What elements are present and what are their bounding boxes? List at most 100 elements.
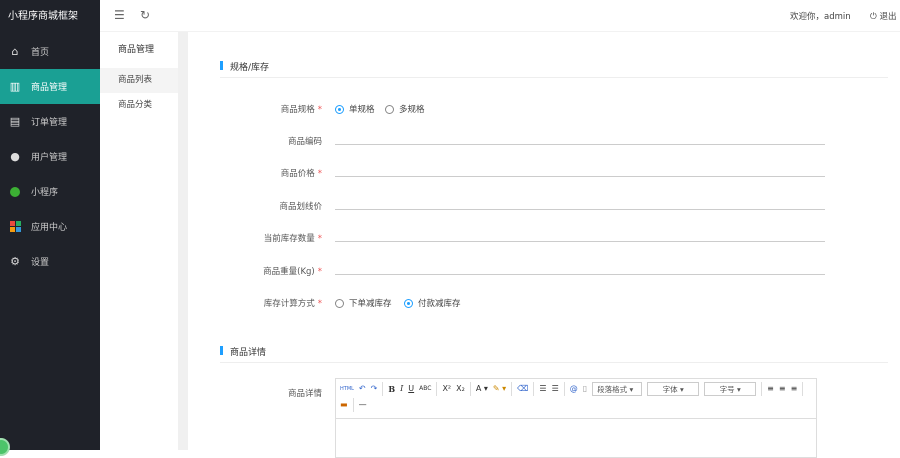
form-row-stock-method: 库存计算方式 * 下单减库存 付款减库存 bbox=[188, 294, 900, 314]
submenu: 商品管理 商品列表 商品分类 bbox=[100, 32, 178, 450]
gear-icon: ⚙ bbox=[10, 255, 20, 268]
image-icon[interactable]: ▬ bbox=[340, 398, 348, 412]
separator bbox=[533, 382, 535, 396]
highlight-color-icon[interactable]: ✎ ▾ bbox=[493, 382, 506, 396]
radio-order-deduct[interactable]: 下单减库存 bbox=[335, 297, 392, 309]
power-icon: ⏻ bbox=[870, 12, 877, 22]
form-row-code: 商品编码 bbox=[188, 132, 900, 152]
font-family-select[interactable]: 字体 ▾ bbox=[647, 382, 700, 396]
separator bbox=[511, 382, 513, 396]
sidebar-item-products[interactable]: ▥ 商品管理 bbox=[0, 69, 100, 104]
sidebar-item-label: 设置 bbox=[31, 258, 50, 268]
floating-badge[interactable] bbox=[0, 438, 10, 456]
underline-icon[interactable]: U bbox=[408, 382, 414, 396]
app-logo: 小程序商城框架 bbox=[8, 11, 78, 22]
miniprogram-icon bbox=[9, 186, 21, 198]
weight-input[interactable] bbox=[335, 274, 825, 275]
bold-icon[interactable]: B bbox=[388, 382, 395, 396]
ordered-list-icon[interactable]: ☰ bbox=[539, 382, 546, 396]
top-bar: ☰ ↻ 欢迎你，admin ⏻ 退出 bbox=[100, 0, 900, 32]
select-value: 字体 bbox=[662, 385, 678, 394]
submenu-title: 商品管理 bbox=[118, 45, 155, 55]
required-mark: * bbox=[317, 105, 322, 115]
sidebar: 小程序商城框架 ⌂ 首页 ▥ 商品管理 ▤ 订单管理 ● 用户管理 小程序 应用中心 ⚙… bbox=[0, 0, 100, 456]
align-left-icon[interactable]: ≡ bbox=[767, 382, 774, 396]
radio-payment-deduct[interactable]: 付款减库存 bbox=[404, 297, 461, 309]
radio-label: 下单减库存 bbox=[349, 299, 392, 309]
submenu-item-category[interactable]: 商品分类 bbox=[100, 93, 178, 118]
label-spec: 商品规格 bbox=[280, 105, 315, 115]
price-input[interactable] bbox=[335, 176, 825, 177]
required-mark: * bbox=[317, 169, 322, 179]
menu-collapse-icon[interactable]: ☰ bbox=[114, 8, 125, 22]
superscript-icon[interactable]: X² bbox=[442, 382, 451, 396]
radio-label: 付款减库存 bbox=[418, 299, 461, 309]
sidebar-item-label: 应用中心 bbox=[31, 223, 68, 233]
home-icon: ⌂ bbox=[11, 45, 19, 58]
page-icon[interactable]: ▯ bbox=[583, 382, 587, 396]
undo-icon[interactable]: ↶ bbox=[359, 382, 366, 396]
align-right-icon[interactable]: ≡ bbox=[791, 382, 798, 396]
font-color-icon[interactable]: A ▾ bbox=[476, 382, 488, 396]
separator bbox=[469, 382, 471, 396]
unordered-list-icon[interactable]: ☰ bbox=[552, 382, 559, 396]
sidebar-item-label: 小程序 bbox=[31, 188, 59, 198]
required-mark: * bbox=[317, 267, 322, 277]
horizontal-rule-icon[interactable]: — bbox=[359, 398, 367, 412]
stock-input[interactable] bbox=[335, 241, 825, 242]
sidebar-item-label: 首页 bbox=[31, 48, 50, 58]
sidebar-item-users[interactable]: ● 用户管理 bbox=[0, 139, 100, 174]
eraser-icon[interactable]: ⌫ bbox=[517, 382, 528, 396]
user-icon: ● bbox=[10, 150, 20, 163]
form-row-weight: 商品重量(Kg) * bbox=[188, 262, 900, 282]
line-price-input[interactable] bbox=[335, 209, 825, 210]
sidebar-item-home[interactable]: ⌂ 首页 bbox=[0, 34, 100, 69]
sidebar-item-label: 用户管理 bbox=[31, 153, 68, 163]
subscript-icon[interactable]: X₂ bbox=[456, 382, 465, 396]
label-weight: 商品重量(Kg) bbox=[263, 267, 315, 277]
italic-icon[interactable]: I bbox=[400, 382, 403, 396]
gift-icon: ▥ bbox=[9, 80, 21, 93]
form-row-price: 商品价格 * bbox=[188, 164, 900, 184]
align-center-icon[interactable]: ≡ bbox=[779, 382, 786, 396]
editor-toolbar: HTML ↶ ↷ B I U ABC X² X₂ A ▾ ✎ ▾ ⌫ ☰ ☰ @… bbox=[336, 379, 816, 419]
order-icon: ▤ bbox=[9, 115, 21, 128]
link-icon[interactable]: @ bbox=[570, 382, 578, 396]
redo-icon[interactable]: ↷ bbox=[371, 382, 378, 396]
separator bbox=[436, 382, 438, 396]
submenu-item-product-list[interactable]: 商品列表 bbox=[100, 68, 178, 93]
refresh-icon[interactable]: ↻ bbox=[140, 8, 150, 22]
html-source-icon[interactable]: HTML bbox=[340, 382, 354, 396]
section-title-detail: 商品详情 bbox=[220, 345, 888, 363]
font-size-select[interactable]: 字号 ▾ bbox=[704, 382, 757, 396]
radio-multi-spec[interactable]: 多规格 bbox=[385, 103, 425, 115]
welcome-text: 欢迎你，admin bbox=[790, 12, 851, 22]
separator bbox=[802, 382, 804, 396]
label-stock: 当前库存数量 bbox=[263, 234, 315, 244]
logout-button[interactable]: ⏻ 退出 bbox=[870, 10, 896, 22]
strikethrough-icon[interactable]: ABC bbox=[419, 382, 431, 396]
select-value: 字号 bbox=[719, 385, 735, 394]
sidebar-item-orders[interactable]: ▤ 订单管理 bbox=[0, 104, 100, 139]
radio-label: 多规格 bbox=[399, 105, 425, 115]
required-mark: * bbox=[317, 299, 322, 309]
sidebar-item-settings[interactable]: ⚙ 设置 bbox=[0, 244, 100, 279]
sidebar-item-label: 订单管理 bbox=[31, 118, 68, 128]
paragraph-format-select[interactable]: 段落格式 ▾ bbox=[592, 382, 643, 396]
rich-text-editor[interactable]: HTML ↶ ↷ B I U ABC X² X₂ A ▾ ✎ ▾ ⌫ ☰ ☰ @… bbox=[335, 378, 817, 458]
label-code: 商品编码 bbox=[287, 137, 322, 147]
code-input[interactable] bbox=[335, 144, 825, 145]
main-content: 规格/库存 商品规格 * 单规格 多规格 商品编码 商品价格 * 商品划线价 当前库… bbox=[188, 32, 900, 458]
radio-label: 单规格 bbox=[349, 105, 375, 115]
separator bbox=[352, 398, 354, 412]
label-line-price: 商品划线价 bbox=[279, 202, 322, 212]
form-row-spec: 商品规格 * 单规格 多规格 bbox=[188, 100, 900, 120]
sidebar-item-label: 商品管理 bbox=[31, 83, 68, 93]
sidebar-item-miniprogram[interactable]: 小程序 bbox=[0, 174, 100, 209]
required-mark: * bbox=[317, 234, 322, 244]
sidebar-item-apps[interactable]: 应用中心 bbox=[0, 209, 100, 244]
form-row-stock: 当前库存数量 * bbox=[188, 229, 900, 249]
logout-label: 退出 bbox=[879, 12, 897, 22]
form-row-line-price: 商品划线价 bbox=[188, 197, 900, 217]
radio-single-spec[interactable]: 单规格 bbox=[335, 103, 375, 115]
